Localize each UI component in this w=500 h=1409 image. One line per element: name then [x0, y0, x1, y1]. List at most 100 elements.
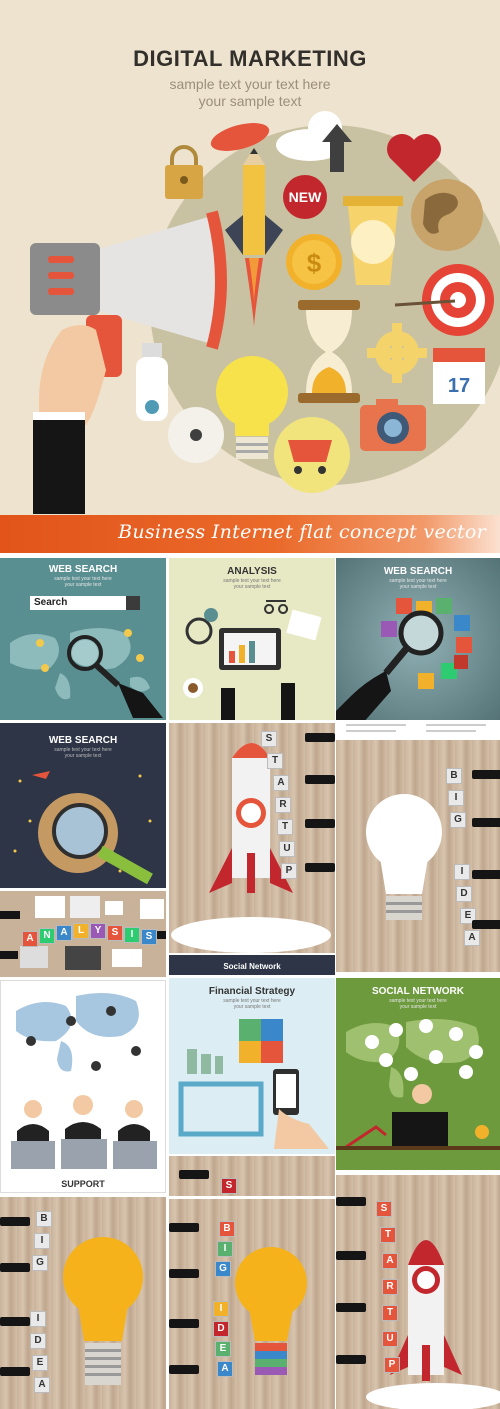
calendar-day: 17 — [448, 375, 470, 397]
hand-icon — [336, 1251, 366, 1260]
hand-icon — [472, 920, 500, 929]
letter-tile: A — [217, 1361, 233, 1377]
letter-tile: I — [124, 927, 140, 943]
letter-tile: S — [107, 925, 123, 941]
tile-big-idea-3: B I G I D E A — [169, 1199, 335, 1409]
camera-icon — [360, 399, 426, 451]
tile-subtitle-line2: your sample text — [233, 1004, 271, 1010]
new-badge-text: NEW — [289, 189, 322, 205]
letter-tile: G — [450, 812, 466, 828]
letter-tile: E — [32, 1355, 48, 1371]
tile-social-network-strip: Social Network — [169, 955, 335, 975]
letter-tile: L — [73, 923, 89, 939]
tile-subtitle: sample text your text here your sample t… — [0, 576, 166, 588]
hand-icon — [169, 1365, 199, 1374]
hand-icon — [169, 1269, 199, 1278]
svg-text:$: $ — [307, 248, 322, 278]
letter-tile: S — [376, 1201, 392, 1217]
letter-tile: S — [221, 1178, 237, 1194]
rocket-art — [171, 743, 331, 953]
letter-tile: I — [448, 790, 464, 806]
letter-tile: N — [39, 928, 55, 944]
globe-icon — [411, 179, 483, 251]
tile-subtitle-line2: your sample text — [64, 753, 102, 759]
hand-icon — [305, 863, 335, 872]
letter-tile: R — [275, 797, 291, 813]
letter-tile: P — [384, 1357, 400, 1373]
tile-analysis: ANALYSIS sample text your text here your… — [169, 558, 335, 720]
tile-title: ANALYSIS — [227, 566, 277, 577]
letter-tile: I — [213, 1301, 229, 1317]
hand-icon — [0, 1263, 30, 1272]
world-map-search-art — [10, 628, 163, 718]
disc-icon — [168, 407, 224, 463]
tile-subtitle: sample text your text here your sample t… — [169, 578, 335, 590]
shopping-cart-icon — [274, 417, 350, 493]
letter-tile: E — [215, 1341, 231, 1357]
chess-puzzle-art — [178, 1019, 329, 1149]
letter-tile: I — [454, 864, 470, 880]
tile-big-idea-1: B I G I D E A — [336, 740, 500, 972]
letter-tile: A — [56, 925, 72, 941]
hand-icon — [336, 1303, 366, 1312]
rocket-art — [366, 1240, 500, 1409]
tile-subtitle: sample text your text here your sample t… — [336, 998, 500, 1010]
letter-tile: B — [219, 1221, 235, 1237]
letter-tile: P — [281, 863, 297, 879]
letter-tile: G — [215, 1261, 231, 1277]
letter-tile: S — [141, 929, 157, 945]
support-label: SUPPORT — [61, 1179, 105, 1189]
hand-holding-megaphone — [33, 325, 106, 514]
letter-tile: B — [36, 1211, 52, 1227]
letter-tile: I — [217, 1241, 233, 1257]
letter-tile: Y — [90, 923, 106, 939]
hand-icon — [472, 870, 500, 879]
tile-subtitle: sample text your text here your sample t… — [169, 998, 335, 1010]
tile-subtitle-line2: your sample text — [64, 582, 102, 588]
letter-tile: T — [267, 753, 283, 769]
letter-tile: R — [382, 1279, 398, 1295]
letter-tile: D — [30, 1333, 46, 1349]
letter-tile: I — [30, 1311, 46, 1327]
hand-icon — [336, 1355, 366, 1364]
tile-big-idea-2: B I G I D E A — [0, 1197, 166, 1409]
letter-tile: A — [273, 775, 289, 791]
tile-subtitle-line2: your sample text — [233, 584, 271, 590]
letter-tile: G — [32, 1255, 48, 1271]
tile-social-network: SOCIAL NETWORK sample text your text her… — [336, 978, 500, 1170]
hero-illustration: DIGITAL MARKETING sample text your text … — [0, 0, 500, 515]
hand-icon — [472, 818, 500, 827]
letter-tile: A — [22, 931, 38, 947]
hand-icon — [305, 819, 335, 828]
letter-tile: B — [446, 768, 462, 784]
hand-icon — [305, 775, 335, 784]
tile-subtitle: sample text your text here your sample t… — [0, 747, 166, 759]
letter-tile: D — [456, 886, 472, 902]
hand-icon — [0, 1217, 30, 1226]
light-bulb-icon — [63, 1237, 143, 1385]
letter-tile: T — [277, 819, 293, 835]
tile-financial-strategy: Financial Strategy sample text your text… — [169, 978, 335, 1154]
hand-icon — [169, 1223, 199, 1232]
tile-title: WEB SEARCH — [383, 566, 453, 577]
app-icons-search-art — [336, 598, 500, 738]
title-banner: Business Internet flat concept vector — [0, 515, 500, 553]
search-box: Search — [30, 596, 140, 610]
tile-web-search-1: WEB SEARCH sample text your text here yo… — [0, 558, 166, 720]
tile-subtitle-line2: your sample text — [399, 584, 437, 590]
letter-tile: U — [382, 1331, 398, 1347]
hand-icon — [336, 1197, 366, 1206]
letter-tile: S — [261, 731, 277, 747]
tile-title: Financial Strategy — [208, 986, 296, 997]
tile-support: SUPPORT — [0, 980, 166, 1193]
tile-subtitle-line2: your sample text — [399, 1004, 437, 1010]
lock-icon — [165, 145, 203, 199]
tile-startup-2: S T A R T U P — [336, 1175, 500, 1409]
dollar-coin-icon: $ — [286, 234, 342, 290]
tile-web-search-2: WEB SEARCH sample text your text here yo… — [336, 558, 500, 738]
letter-tile: T — [382, 1305, 398, 1321]
letter-tile: A — [464, 930, 480, 946]
search-label: Search — [34, 597, 68, 608]
analysis-letters: A N A L Y S I S — [22, 923, 162, 947]
tile-title: WEB SEARCH — [48, 564, 118, 575]
